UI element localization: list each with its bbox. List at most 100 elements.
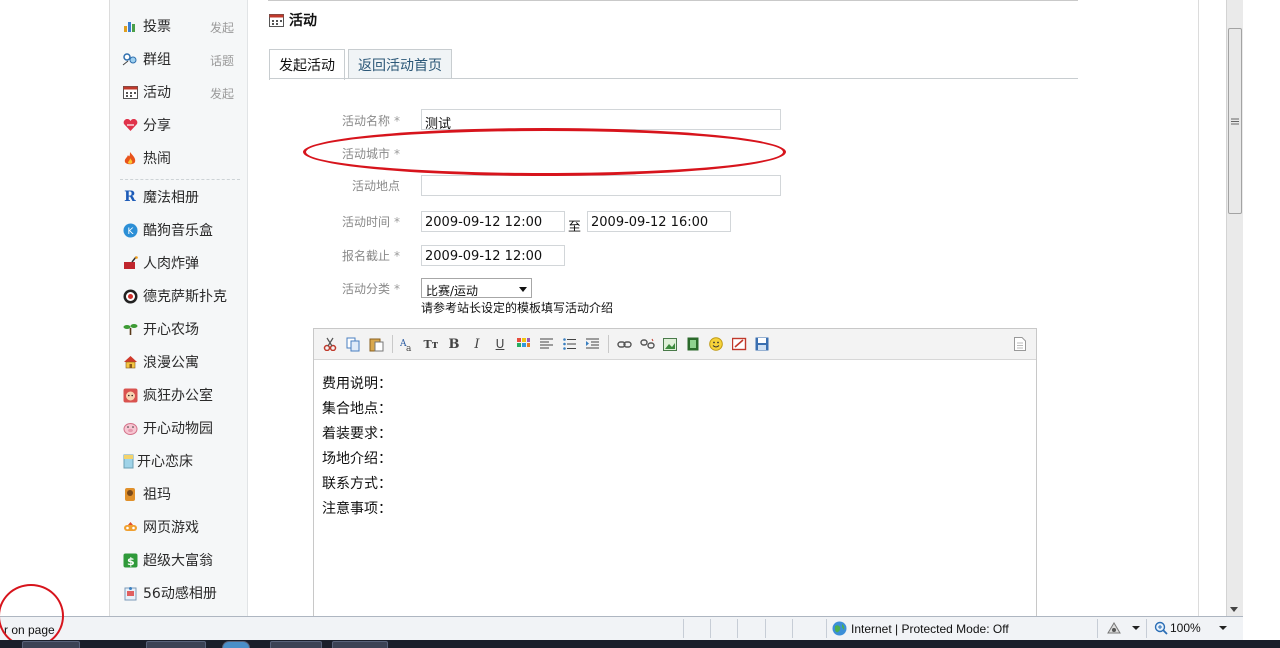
- paste-icon[interactable]: [366, 334, 386, 354]
- svg-text:a: a: [406, 344, 412, 352]
- status-divider: [710, 619, 711, 638]
- chevron-down-icon: [519, 287, 527, 292]
- sidebar-item-magic-album[interactable]: R 魔法相册: [122, 185, 238, 209]
- bed-icon: [122, 453, 134, 469]
- taskbar-button[interactable]: [332, 641, 388, 648]
- sidebar-item-label: 开心农场: [143, 322, 199, 338]
- align-icon[interactable]: [536, 334, 556, 354]
- scrollbar-thumb[interactable]: [1228, 28, 1242, 214]
- sidebar-item-group[interactable]: 群组 话题: [122, 47, 238, 71]
- sidebar-item-event[interactable]: 活动 发起: [122, 80, 238, 104]
- required-mark: *: [394, 282, 400, 296]
- italic-icon[interactable]: I: [467, 334, 487, 354]
- zone-label: Internet | Protected Mode: Off: [851, 621, 1009, 636]
- copy-icon[interactable]: [343, 334, 363, 354]
- sidebar-item-bed[interactable]: 开心恋床: [122, 449, 238, 473]
- share-heart-icon: [122, 117, 138, 133]
- tab-create-event[interactable]: 发起活动: [269, 49, 345, 80]
- clear-format-icon[interactable]: [729, 334, 749, 354]
- security-settings-icon[interactable]: [1106, 621, 1140, 635]
- sidebar-item-label: 网页游戏: [143, 520, 199, 536]
- sidebar-item-poker[interactable]: 德克萨斯扑克: [122, 284, 238, 308]
- house-icon: [122, 354, 138, 370]
- end-time-field[interactable]: 2009-09-12 16:00: [587, 211, 731, 232]
- start-time-field[interactable]: 2009-09-12 12:00: [421, 211, 565, 232]
- sidebar-item-web-games[interactable]: 网页游戏: [122, 515, 238, 539]
- smiley-icon[interactable]: [706, 334, 726, 354]
- vertical-scrollbar[interactable]: [1226, 0, 1243, 616]
- sidebar-item-farm[interactable]: 开心农场: [122, 317, 238, 341]
- sidebar-item-office[interactable]: 疯狂办公室: [122, 383, 238, 407]
- sidebar-item-56-album[interactable]: 56动感相册: [122, 581, 238, 605]
- sidebar-action-link[interactable]: 发起: [210, 85, 234, 102]
- link-icon[interactable]: [614, 334, 634, 354]
- chevron-down-icon: [1218, 626, 1227, 630]
- media-icon[interactable]: [683, 334, 703, 354]
- page-title: 活动: [289, 13, 317, 29]
- sidebar-item-zuma[interactable]: 祖玛: [122, 482, 238, 506]
- taskbar-button[interactable]: [146, 641, 206, 648]
- status-text: r on page: [4, 623, 55, 637]
- underline-icon[interactable]: U: [490, 334, 510, 354]
- sidebar-item-label: 分享: [143, 118, 171, 134]
- taskbar-button[interactable]: [22, 641, 80, 648]
- globe-icon: [832, 621, 847, 636]
- image-icon[interactable]: [660, 334, 680, 354]
- start-orb-icon[interactable]: [222, 641, 250, 648]
- editor-line: 着装要求：: [322, 426, 392, 442]
- farm-sprout-icon: [122, 321, 138, 337]
- status-divider: [1097, 619, 1098, 638]
- editor-line: 注意事项：: [322, 501, 392, 517]
- event-name-field[interactable]: 测试: [421, 109, 781, 132]
- status-divider: [765, 619, 766, 638]
- fire-icon: [122, 150, 138, 166]
- sidebar-item-monopoly[interactable]: $ 超级大富翁: [122, 548, 238, 572]
- bold-icon[interactable]: B: [444, 334, 464, 354]
- save-icon[interactable]: [752, 334, 772, 354]
- status-divider: [1146, 619, 1147, 638]
- list-icon[interactable]: [559, 334, 579, 354]
- sidebar-item-kugou[interactable]: K 酷狗音乐盒: [122, 218, 238, 242]
- sidebar-item-bomb[interactable]: 人肉炸弹: [122, 251, 238, 275]
- sidebar-item-label: 热闹: [143, 151, 171, 167]
- sidebar-action-link[interactable]: 发起: [210, 19, 234, 36]
- scroll-down-arrow-icon[interactable]: [1230, 607, 1238, 612]
- sidebar-item-apartment[interactable]: 浪漫公寓: [122, 350, 238, 374]
- toolbar-separator: [608, 335, 609, 353]
- sidebar-item-label: 德克萨斯扑克: [143, 289, 227, 305]
- sidebar: 投票 发起 群组 话题 活动 发起 分享 热闹 R 魔法相册 K 酷狗音乐盒 人…: [110, 0, 248, 616]
- kugou-music-icon: K: [122, 222, 138, 238]
- required-mark: *: [394, 147, 400, 161]
- sidebar-item-zoo[interactable]: 开心动物园: [122, 416, 238, 440]
- zoom-icon: [1154, 621, 1168, 635]
- zoom-control[interactable]: 100%: [1154, 621, 1227, 635]
- sidebar-item-hot[interactable]: 热闹: [122, 146, 238, 170]
- taskbar-button[interactable]: [270, 641, 322, 648]
- editor-line: 集合地点：: [322, 401, 392, 417]
- security-zone[interactable]: Internet | Protected Mode: Off: [832, 621, 1009, 636]
- indent-icon[interactable]: [582, 334, 602, 354]
- sidebar-item-label: 开心动物园: [143, 421, 213, 437]
- sidebar-item-poll[interactable]: 投票 发起: [122, 14, 238, 38]
- browser-viewport: 投票 发起 群组 话题 活动 发起 分享 热闹 R 魔法相册 K 酷狗音乐盒 人…: [0, 0, 1226, 616]
- deadline-field[interactable]: 2009-09-12 12:00: [421, 245, 565, 266]
- status-divider: [792, 619, 793, 638]
- unlink-icon[interactable]: [637, 334, 657, 354]
- poll-icon: [122, 18, 138, 34]
- money-icon: $: [122, 552, 138, 568]
- event-time-label: 活动时间 *: [341, 215, 400, 229]
- color-icon[interactable]: [513, 334, 533, 354]
- cut-icon[interactable]: [320, 334, 340, 354]
- category-select[interactable]: 比赛/运动: [421, 278, 532, 298]
- sidebar-item-share[interactable]: 分享: [122, 113, 238, 137]
- sidebar-item-label: 祖玛: [143, 487, 171, 503]
- sidebar-action-link[interactable]: 话题: [210, 52, 234, 69]
- font-icon[interactable]: Aa: [398, 334, 418, 354]
- tab-back-to-events[interactable]: 返回活动首页: [348, 49, 452, 79]
- event-location-field[interactable]: [421, 175, 781, 196]
- editor-content[interactable]: 费用说明： 集合地点： 着装要求： 场地介绍： 联系方式： 注意事项：: [314, 360, 1036, 534]
- chevron-down-icon: [1132, 626, 1140, 630]
- content-top-rule: [268, 0, 1078, 1]
- source-icon[interactable]: [1010, 334, 1030, 354]
- font-size-icon[interactable]: Tт: [421, 334, 441, 354]
